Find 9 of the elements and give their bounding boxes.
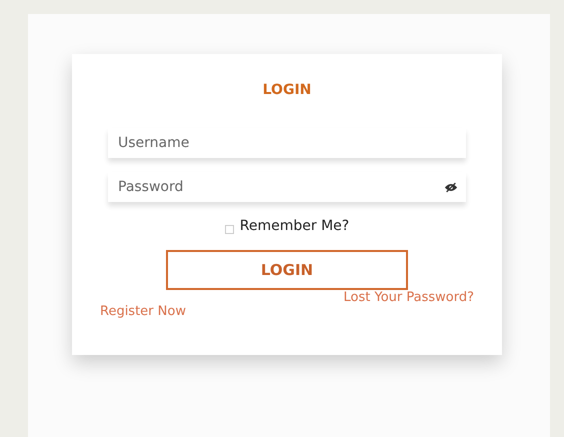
form-title: LOGIN (262, 82, 312, 98)
username-field[interactable]: Username (108, 128, 466, 158)
remember-checkbox[interactable] (224, 224, 234, 234)
remember-label: Remember Me? (240, 218, 350, 234)
lost-password-link[interactable]: Lost Your Password? (344, 290, 474, 319)
login-button[interactable]: LOGIN (166, 250, 408, 290)
eye-icon[interactable] (444, 182, 458, 193)
password-field[interactable]: Password (108, 172, 466, 202)
register-link[interactable]: Register Now (100, 304, 186, 319)
